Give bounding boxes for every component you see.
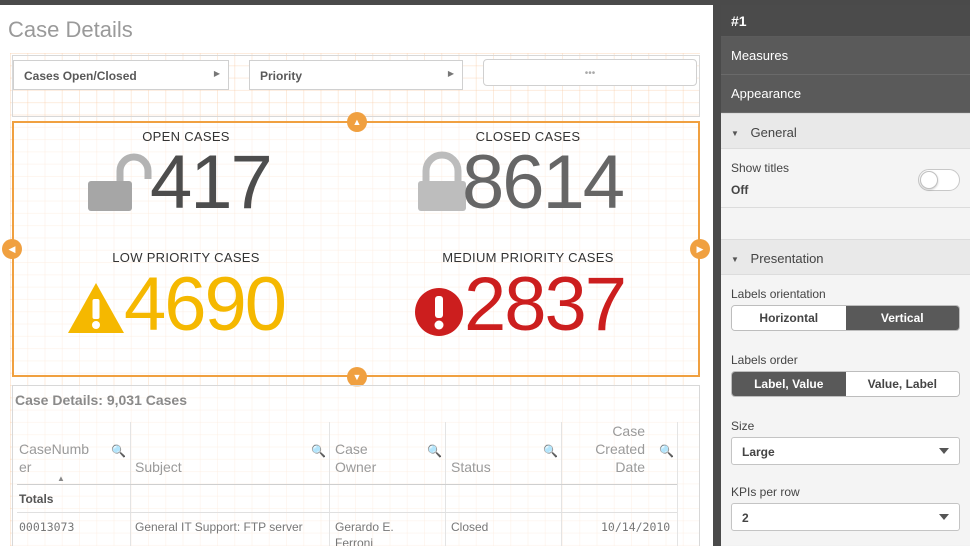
search-icon[interactable]: 🔍 [543, 444, 558, 458]
labels-order-toggle: Label, Value Value, Label [731, 371, 960, 397]
resize-handle-top[interactable]: ▲ [347, 112, 367, 132]
header-text: er [19, 459, 32, 475]
kpi-value-closed-cases: 8614 [462, 140, 625, 225]
kpi-value-open-cases: 417 [150, 140, 273, 225]
subsection-presentation[interactable]: ▼ Presentation [721, 239, 970, 275]
toggle-knob [920, 171, 938, 189]
cell-case-number: 00013073 [19, 520, 75, 534]
filter-label: Priority [260, 69, 303, 83]
more-dots-icon: ••• [584, 68, 596, 79]
labels-order-label: Labels order [731, 353, 798, 367]
show-titles-value: Off [731, 183, 749, 197]
kpis-per-row-label: KPIs per row [731, 485, 800, 499]
unlocked-padlock-icon [88, 153, 152, 211]
filter-cases-open-closed[interactable]: Cases Open/Closed ▶ [13, 60, 229, 90]
size-label: Size [731, 419, 755, 433]
column-header-case-number[interactable]: CaseNumb er [19, 440, 89, 476]
panel-header: #1 [721, 5, 970, 37]
subsection-title: Presentation [750, 251, 824, 266]
resize-handle-left[interactable]: ◀ [2, 239, 22, 259]
column-header-case-owner[interactable]: Case Owner [335, 440, 376, 476]
orientation-horizontal-button[interactable]: Horizontal [732, 306, 846, 330]
sort-ascending-icon: ▲ [57, 474, 65, 483]
kpis-per-row-value: 2 [742, 511, 749, 525]
kpi-value-low-priority: 4690 [124, 262, 287, 347]
size-select[interactable]: Large [731, 437, 960, 465]
divider [721, 207, 970, 208]
size-select-value: Large [742, 445, 775, 459]
expand-arrow-icon: ▶ [447, 69, 454, 78]
section-appearance[interactable]: Appearance [721, 75, 970, 113]
header-text: Date [615, 459, 645, 475]
filter-bar: Cases Open/Closed ▶ Priority ▶ ••• [12, 55, 700, 117]
resize-handle-right[interactable]: ▶ [690, 239, 710, 259]
totals-label: Totals [19, 492, 54, 506]
filter-more-button[interactable]: ••• [483, 59, 697, 86]
subsection-general[interactable]: ▼ General [721, 113, 970, 149]
cell-subject: General IT Support: FTP server [135, 520, 303, 534]
labels-orientation-toggle: Horizontal Vertical [731, 305, 960, 331]
presentation-content: Labels orientation Horizontal Vertical L… [721, 275, 970, 545]
kpis-per-row-select[interactable]: 2 [731, 503, 960, 531]
cell-status: Closed [451, 520, 489, 534]
cell-owner: Ferroni [335, 536, 374, 546]
exclamation-circle-icon [415, 288, 463, 336]
search-icon[interactable]: 🔍 [311, 444, 326, 458]
header-text: Created [595, 441, 645, 457]
kpi-value-medium-priority: 2837 [464, 262, 627, 347]
labels-orientation-label: Labels orientation [731, 287, 826, 301]
column-header-created-date[interactable]: Case Created Date [587, 422, 645, 476]
page-title: Case Details [8, 17, 133, 42]
show-titles-label: Show titles [731, 161, 790, 175]
column-divider [677, 422, 678, 546]
header-text: Case [335, 441, 368, 457]
search-icon[interactable]: 🔍 [427, 444, 442, 458]
filter-label: Cases Open/Closed [24, 69, 137, 83]
cell-owner: Gerardo E. [335, 520, 394, 534]
cell-created-date: 10/14/2010 [601, 520, 671, 534]
filter-priority[interactable]: Priority ▶ [249, 60, 463, 90]
expand-arrow-icon: ▶ [213, 69, 220, 78]
dropdown-caret-icon [939, 514, 949, 520]
order-label-value-button[interactable]: Label, Value [732, 372, 846, 396]
sheet-canvas: Case Details Cases Open/Closed ▶ Priorit… [0, 5, 713, 546]
header-text: Owner [335, 459, 377, 475]
search-icon[interactable]: 🔍 [111, 444, 126, 458]
resize-handle-bottom[interactable]: ▼ [347, 367, 367, 387]
order-value-label-button[interactable]: Value, Label [845, 372, 959, 396]
totals-divider [17, 512, 677, 513]
header-divider [17, 484, 677, 485]
locked-padlock-icon [418, 151, 466, 211]
subsection-title: General [750, 125, 797, 140]
header-text: Case [612, 423, 645, 439]
column-header-subject[interactable]: Subject [135, 458, 182, 476]
general-content: Show titles Off [721, 149, 970, 239]
section-measures[interactable]: Measures [721, 37, 970, 75]
collapse-arrow-icon: ▼ [731, 255, 739, 264]
properties-panel: #1 Measures Appearance ▼ General Show ti… [713, 5, 970, 546]
search-icon[interactable]: 🔍 [659, 444, 674, 458]
collapse-arrow-icon: ▼ [731, 129, 739, 138]
warning-triangle-icon [68, 283, 124, 333]
column-header-status[interactable]: Status [451, 458, 491, 476]
case-details-table: Case Details: 9,031 Cases CaseNumb er ▲ … [12, 385, 700, 546]
dropdown-caret-icon [939, 448, 949, 454]
table-title: Case Details: 9,031 Cases [15, 392, 187, 408]
header-text: CaseNumb [19, 441, 90, 457]
orientation-vertical-button[interactable]: Vertical [845, 306, 959, 330]
kpi-object[interactable]: OPEN CASES 417 CLOSED CASES 8614 LOW PRI… [2, 112, 710, 387]
show-titles-toggle[interactable] [918, 169, 960, 191]
